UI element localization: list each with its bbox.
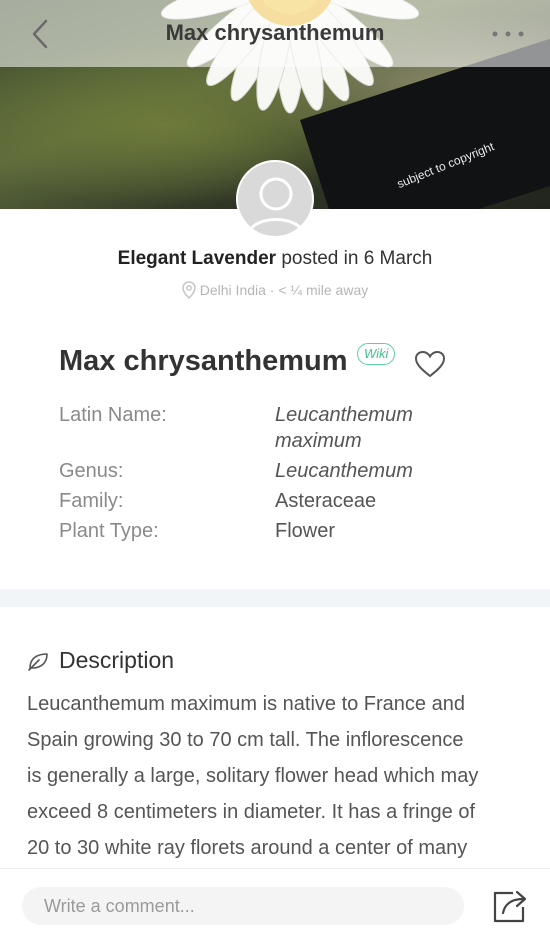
description-title: Description (59, 647, 175, 673)
description-header: Description (27, 647, 174, 674)
section-divider (0, 589, 550, 607)
wiki-badge[interactable]: Wiki (357, 343, 396, 365)
location-text: Delhi India · < ¼ mile away (199, 282, 369, 298)
description-line: Spain growing 30 to 70 cm tall. The infl… (27, 729, 464, 751)
description-line: is generally a large, solitary flower he… (27, 765, 479, 787)
location-line: Delhi India · < ¼ mile away (0, 281, 550, 299)
description-line: exceed 8 centimeters in diameter. It has… (27, 801, 476, 823)
share-icon[interactable] (491, 887, 529, 925)
description-line: 20 to 30 white ray florets around a cent… (27, 837, 468, 859)
location-pin-icon (182, 281, 196, 299)
info-value-latin: Leucanthemum maximum (275, 402, 495, 454)
top-bar: Max chrysanthemum (0, 0, 550, 67)
info-value-genus: Leucanthemum (275, 460, 413, 482)
info-label-plant-type: Plant Type: (59, 520, 159, 542)
description-body: Leucanthemum maximum is native to France… (27, 686, 527, 866)
post-meta: Elegant Lavender posted in 6 March (0, 248, 550, 270)
info-value-family: Asteraceae (275, 490, 377, 512)
user-silhouette-icon (246, 177, 306, 236)
info-label-genus: Genus: (59, 460, 124, 482)
more-options-button[interactable] (488, 22, 528, 46)
info-value-latin-line1: Leucanthemum (275, 404, 413, 426)
page-title: Max chrysanthemum (165, 20, 385, 45)
heart-icon[interactable] (413, 349, 447, 379)
more-dots-icon (492, 31, 524, 37)
plant-name: Max chrysanthemum (59, 345, 348, 377)
info-value-latin-line2: maximum (275, 430, 362, 452)
author-name[interactable]: Elegant Lavender (118, 248, 276, 269)
post-action: posted in 6 March (281, 248, 433, 269)
info-label-latin: Latin Name: (59, 404, 167, 426)
info-label-family: Family: (59, 490, 124, 512)
avatar[interactable] (236, 160, 314, 238)
comment-input[interactable] (22, 887, 464, 925)
bottom-bar (0, 868, 550, 930)
info-value-plant-type: Flower (275, 520, 336, 542)
description-line: Leucanthemum maximum is native to France… (27, 693, 465, 715)
leaf-icon (28, 652, 48, 671)
